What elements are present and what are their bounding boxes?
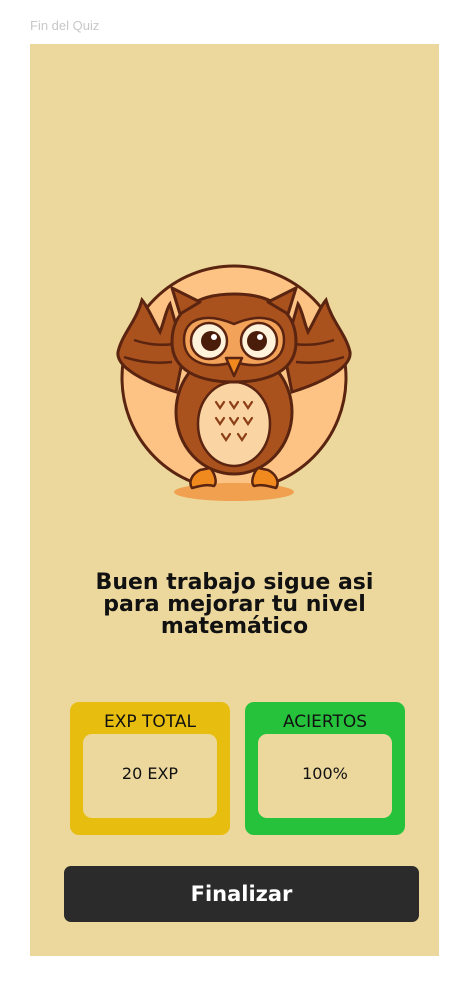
owl-mascot-icon [116,264,352,501]
exp-total-box: 20 EXP [83,734,217,818]
exp-total-card: EXP TOTAL 20 EXP [70,702,230,835]
aciertos-card: ACIERTOS 100% [245,702,405,835]
exp-total-value: 20 EXP [121,764,179,783]
message-line: Buen trabajo sigue asi [95,570,374,595]
aciertos-value: 100% [302,764,348,783]
finish-button[interactable]: Finalizar [64,866,419,922]
aciertos-label: ACIERTOS [282,712,368,732]
message-line: para mejorar tu nivel [103,592,366,617]
exp-total-label: EXP TOTAL [104,712,196,732]
frame-title: Fin del Quiz [30,18,100,33]
aciertos-box: 100% [258,734,392,818]
congrats-message: Buen trabajo sigue asi para mejorar tu n… [30,572,439,638]
quiz-result-screen: Buen trabajo sigue asi para mejorar tu n… [30,44,439,956]
message-line: matemático [160,614,309,639]
